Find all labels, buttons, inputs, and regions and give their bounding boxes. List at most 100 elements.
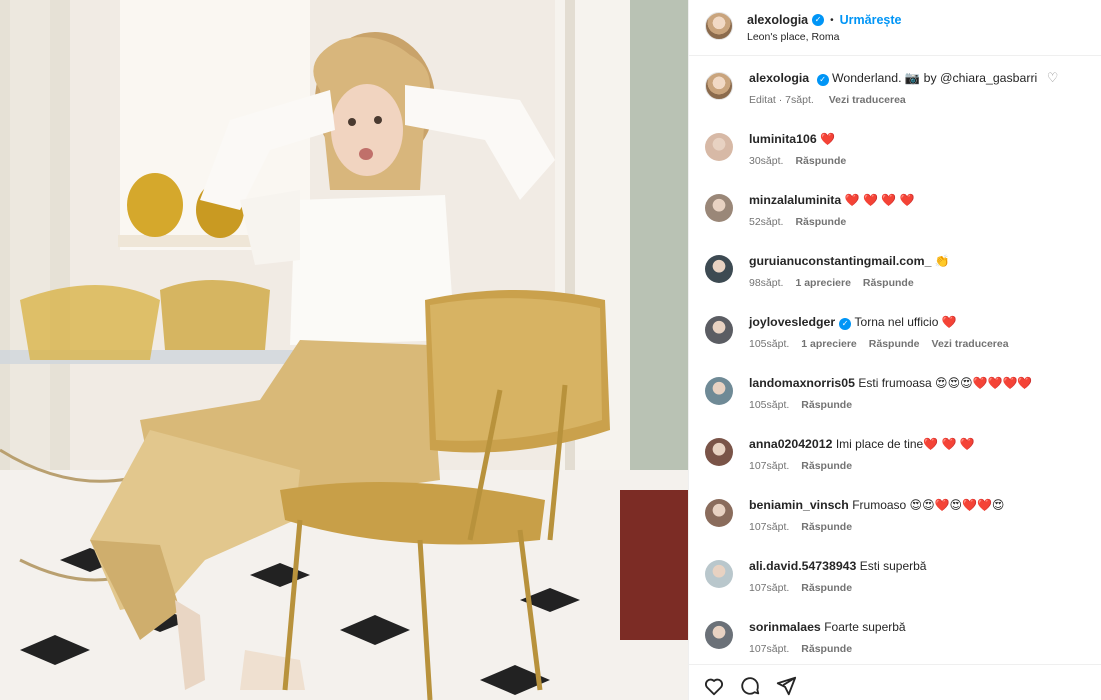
comment-meta: 30săpt. Răspunde xyxy=(749,155,1086,167)
comment-item: minzalaluminita ❤️ ❤️ ❤️ ❤️ 52săpt. Răspun… xyxy=(689,192,1101,228)
comment-author[interactable]: guruianuconstantingmail.com_ xyxy=(749,254,931,268)
follow-button[interactable]: Urmărește xyxy=(840,13,902,27)
comment-item: guruianuconstantingmail.com_ 👏 98săpt. 1 a… xyxy=(689,253,1101,289)
post-actions xyxy=(689,664,1101,700)
comment-body: sorinmalaes Foarte superbă 107săpt. Răspun… xyxy=(749,619,1086,655)
comment-author[interactable]: anna02042012 xyxy=(749,437,832,451)
comment-author[interactable]: minzalaluminita xyxy=(749,193,841,207)
caption-avatar[interactable] xyxy=(705,72,733,100)
comment-time: 107săpt. xyxy=(749,643,790,655)
comment-time: 107săpt. xyxy=(749,460,790,472)
comment-time: 105săpt. xyxy=(749,338,790,350)
caption-author[interactable]: alexologia xyxy=(749,71,809,85)
comment-line: luminita106 ❤️ xyxy=(749,131,1086,147)
comment-meta: 52săpt. Răspunde xyxy=(749,216,1086,228)
comment-author[interactable]: ali.david.54738943 xyxy=(749,559,856,573)
comment-body: minzalaluminita ❤️ ❤️ ❤️ ❤️ 52săpt. Răspun… xyxy=(749,192,1086,228)
caption-body: alexologia ✓ Wonderland. 📷 by @chiara_ga… xyxy=(749,70,1086,106)
comment-author[interactable]: joylovesledger xyxy=(749,315,835,329)
post-location[interactable]: Leon's place, Roma xyxy=(747,31,902,43)
translate-button[interactable]: Vezi traducerea xyxy=(829,94,906,106)
comment-time: 30săpt. xyxy=(749,155,784,167)
translate-button[interactable]: Vezi traducerea xyxy=(932,338,1009,350)
heart-icon[interactable] xyxy=(703,675,725,697)
verified-badge-icon: ✓ xyxy=(839,318,852,330)
reply-button[interactable]: Răspunde xyxy=(869,338,920,350)
author-row: alexologia ✓ • Urmărește xyxy=(747,12,902,28)
comment-likes[interactable]: 1 apreciere xyxy=(795,277,850,289)
comment-line: sorinmalaes Foarte superbă xyxy=(749,619,1086,635)
commenter-avatar[interactable] xyxy=(705,438,733,466)
separator-dot: • xyxy=(830,14,834,26)
comment-text: Torna nel ufficio ❤️ xyxy=(854,315,957,329)
comment-line: anna02042012 Imi place de tine❤️ ❤️ ❤️ xyxy=(749,436,1086,452)
reply-button[interactable]: Răspunde xyxy=(795,216,846,228)
comment-body: luminita106 ❤️ 30săpt. Răspunde xyxy=(749,131,1086,167)
comment-author[interactable]: beniamin_vinsch xyxy=(749,498,849,512)
commenter-avatar[interactable] xyxy=(705,255,733,283)
commenter-avatar[interactable] xyxy=(705,377,733,405)
comment-line: minzalaluminita ❤️ ❤️ ❤️ ❤️ xyxy=(749,192,1086,208)
commenter-avatar[interactable] xyxy=(705,194,733,222)
caption-edited: Editat · 7săpt. xyxy=(749,94,814,106)
commenter-avatar[interactable] xyxy=(705,133,733,161)
comment-item: beniamin_vinsch Frumoaso 😍😍❤️😍❤️❤️😍 107să… xyxy=(689,497,1101,533)
comment-body: landomaxnorris05 Esti frumoasa 😍😍😍❤️❤️❤️… xyxy=(749,375,1086,411)
comment-line: beniamin_vinsch Frumoaso 😍😍❤️😍❤️❤️😍 xyxy=(749,497,1086,513)
commenter-avatar[interactable] xyxy=(705,621,733,649)
comment-line: joylovesledger ✓ Torna nel ufficio ❤️ xyxy=(749,314,1086,330)
comment-text: Frumoaso 😍😍❤️😍❤️❤️😍 xyxy=(852,498,1005,512)
comment-text: Foarte superbă xyxy=(824,620,906,634)
comment-item: joylovesledger ✓ Torna nel ufficio ❤️ 105s… xyxy=(689,314,1101,350)
comment-likes[interactable]: 1 apreciere xyxy=(801,338,856,350)
comment-time: 105săpt. xyxy=(749,399,790,411)
comment-body: anna02042012 Imi place de tine❤️ ❤️ ❤️ 10… xyxy=(749,436,1086,472)
caption-meta: Editat · 7săpt. Vezi traducerea xyxy=(749,94,1086,106)
post-photo[interactable] xyxy=(0,0,688,700)
comment-item: landomaxnorris05 Esti frumoasa 😍😍😍❤️❤️❤️… xyxy=(689,375,1101,411)
comment-meta: 107săpt. Răspunde xyxy=(749,643,1086,655)
verified-badge-icon: ✓ xyxy=(816,74,829,86)
commenter-avatar[interactable] xyxy=(705,499,733,527)
comment-item: anna02042012 Imi place de tine❤️ ❤️ ❤️ 10… xyxy=(689,436,1101,472)
reply-button[interactable]: Răspunde xyxy=(795,155,846,167)
comment-meta: 107săpt. Răspunde xyxy=(749,582,1086,594)
comment-icon[interactable] xyxy=(739,675,761,697)
reply-button[interactable]: Răspunde xyxy=(863,277,914,289)
comment-text: Esti superbă xyxy=(859,559,927,573)
photo-illustration xyxy=(0,0,688,700)
commenter-avatar[interactable] xyxy=(705,560,733,588)
comment-meta: 98săpt. 1 apreciere Răspunde xyxy=(749,277,1086,289)
commenter-avatar[interactable] xyxy=(705,316,733,344)
comment-line: ali.david.54738943 Esti superbă xyxy=(749,558,1086,574)
comment-time: 52săpt. xyxy=(749,216,784,228)
author-username[interactable]: alexologia xyxy=(747,13,808,27)
comment-time: 107săpt. xyxy=(749,521,790,533)
post-header: alexologia ✓ • Urmărește Leon's place, R… xyxy=(689,0,1101,56)
reply-button[interactable]: Răspunde xyxy=(801,399,852,411)
reply-button[interactable]: Răspunde xyxy=(801,643,852,655)
reply-button[interactable]: Răspunde xyxy=(801,582,852,594)
caption: alexologia ✓ Wonderland. 📷 by @chiara_ga… xyxy=(689,70,1101,106)
comment-item: ali.david.54738943 Esti superbă 107săpt. R… xyxy=(689,558,1101,594)
comment-body: ali.david.54738943 Esti superbă 107săpt. R… xyxy=(749,558,1086,594)
comment-text: 👏 xyxy=(934,254,950,268)
share-icon[interactable] xyxy=(775,675,797,697)
comment-meta: 105săpt. Răspunde xyxy=(749,399,1086,411)
comment-author[interactable]: luminita106 xyxy=(749,132,817,146)
comment-body: joylovesledger ✓ Torna nel ufficio ❤️ 105s… xyxy=(749,314,1086,350)
comment-author[interactable]: sorinmalaes xyxy=(749,620,821,634)
heart-outline-icon[interactable]: ♡ xyxy=(1047,70,1059,85)
comment-item: luminita106 ❤️ 30săpt. Răspunde xyxy=(689,131,1101,167)
reply-button[interactable]: Răspunde xyxy=(801,521,852,533)
reply-button[interactable]: Răspunde xyxy=(801,460,852,472)
comment-meta: 107săpt. Răspunde xyxy=(749,521,1086,533)
comment-body: beniamin_vinsch Frumoaso 😍😍❤️😍❤️❤️😍 107să… xyxy=(749,497,1086,533)
comment-author[interactable]: landomaxnorris05 xyxy=(749,376,855,390)
author-avatar[interactable] xyxy=(705,12,733,40)
comments-list: alexologia ✓ Wonderland. 📷 by @chiara_ga… xyxy=(689,70,1101,680)
comment-text: ❤️ ❤️ ❤️ ❤️ xyxy=(844,193,915,207)
comment-time: 107săpt. xyxy=(749,582,790,594)
comment-line: guruianuconstantingmail.com_ 👏 xyxy=(749,253,1086,269)
comment-text: ❤️ xyxy=(820,132,836,146)
